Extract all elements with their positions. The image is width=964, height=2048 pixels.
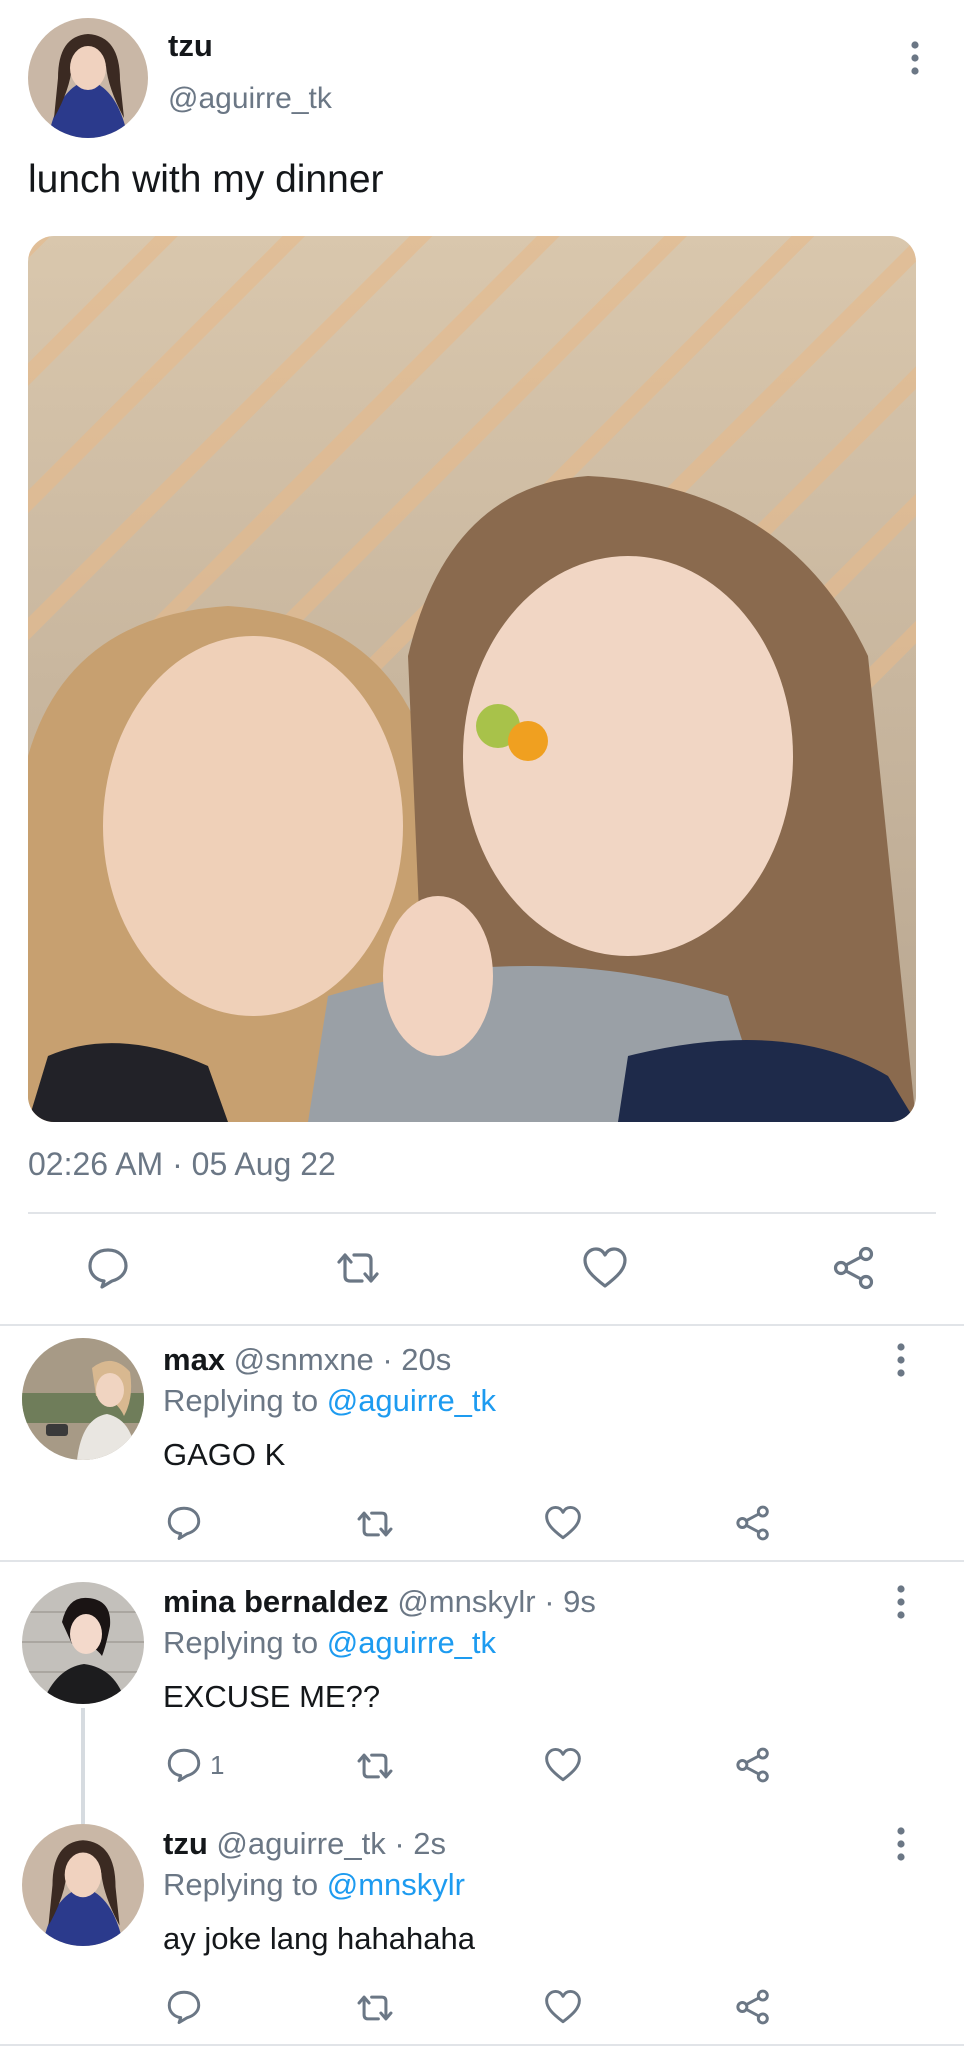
reply-avatar[interactable] xyxy=(22,1824,144,1946)
reply-thread-line xyxy=(81,1708,85,1824)
share-icon xyxy=(735,1505,771,1541)
reply-bubble-icon xyxy=(86,1246,130,1290)
reply-text: GAGO K xyxy=(163,1437,286,1472)
section-divider xyxy=(0,1560,964,1562)
reply-bubble-icon xyxy=(166,1747,202,1783)
reply-avatar[interactable] xyxy=(22,1338,144,1460)
reply-text: ay joke lang hahahaha xyxy=(163,1921,475,1956)
section-divider xyxy=(0,2044,964,2046)
heart-icon xyxy=(544,1989,582,2025)
reply-reply-button[interactable] xyxy=(166,1505,210,1541)
replying-to-label: Replying to xyxy=(163,1867,319,1902)
share-icon xyxy=(735,1747,771,1783)
reply-author-name[interactable]: mina bernaldez xyxy=(163,1584,389,1619)
reply-time: · 20s xyxy=(382,1342,452,1377)
post-retweet-button[interactable] xyxy=(333,1248,383,1288)
retweet-icon xyxy=(354,1749,396,1783)
replying-to-line: Replying to @mnskylr xyxy=(163,1867,465,1903)
more-vertical-icon[interactable] xyxy=(895,1342,907,1378)
post-author-handle[interactable]: @aguirre_tk xyxy=(168,82,332,116)
reply-retweet-button[interactable] xyxy=(354,1749,396,1783)
replying-to-line: Replying to @aguirre_tk xyxy=(163,1383,496,1419)
heart-icon xyxy=(544,1747,582,1783)
reply-text: EXCUSE ME?? xyxy=(163,1679,381,1714)
reply-count: 1 xyxy=(210,1749,225,1780)
reply-header: max @snmxne · 20s xyxy=(163,1342,451,1378)
replying-to-link[interactable]: @aguirre_tk xyxy=(327,1383,496,1418)
replying-to-line: Replying to @aguirre_tk xyxy=(163,1625,496,1661)
reply-time: · 2s xyxy=(394,1826,447,1861)
post-share-button[interactable] xyxy=(832,1246,876,1290)
reply-like-button[interactable] xyxy=(544,1989,582,2025)
share-icon xyxy=(735,1989,771,2025)
reply-header: tzu @aguirre_tk · 2s xyxy=(163,1826,446,1862)
replying-to-label: Replying to xyxy=(163,1383,319,1418)
post-timestamp: 02:26 AM · 05 Aug 22 xyxy=(28,1146,336,1182)
section-divider xyxy=(0,1324,964,1326)
replying-to-link[interactable]: @aguirre_tk xyxy=(327,1625,496,1660)
replying-to-label: Replying to xyxy=(163,1625,319,1660)
reply-author-handle[interactable]: @mnskylr xyxy=(397,1584,535,1619)
more-vertical-icon[interactable] xyxy=(895,1826,907,1862)
share-icon xyxy=(832,1246,876,1290)
reply-bubble-icon xyxy=(166,1989,202,2025)
reply-author-name[interactable]: tzu xyxy=(163,1826,208,1861)
reply-like-button[interactable] xyxy=(544,1747,582,1783)
reply-author-handle[interactable]: @snmxne xyxy=(234,1342,374,1377)
reply-author-handle[interactable]: @aguirre_tk xyxy=(216,1826,385,1861)
more-vertical-icon[interactable] xyxy=(895,1584,907,1620)
reply-reply-button[interactable] xyxy=(166,1989,210,2025)
replying-to-link[interactable]: @mnskylr xyxy=(327,1867,465,1902)
reply-share-button[interactable] xyxy=(735,1989,771,2025)
post-divider xyxy=(28,1212,936,1214)
heart-icon xyxy=(582,1246,628,1290)
post-author-name[interactable]: tzu xyxy=(168,28,213,64)
reply-author-name[interactable]: max xyxy=(163,1342,225,1377)
more-vertical-icon[interactable] xyxy=(909,40,921,76)
post-image[interactable] xyxy=(28,236,916,1122)
reply-header: mina bernaldez @mnskylr · 9s xyxy=(163,1584,596,1620)
reply-retweet-button[interactable] xyxy=(354,1507,396,1541)
reply-bubble-icon xyxy=(166,1505,202,1541)
reply-share-button[interactable] xyxy=(735,1505,771,1541)
post-text: lunch with my dinner xyxy=(28,158,384,201)
reply-time: · 9s xyxy=(544,1584,596,1619)
reply-avatar[interactable] xyxy=(22,1582,144,1704)
post-author-avatar[interactable] xyxy=(28,18,148,138)
post-reply-button[interactable] xyxy=(86,1246,130,1290)
reply-reply-button[interactable]: 1 xyxy=(166,1747,224,1783)
reply-retweet-button[interactable] xyxy=(354,1991,396,2025)
retweet-icon xyxy=(333,1248,383,1288)
reply-share-button[interactable] xyxy=(735,1747,771,1783)
post-like-button[interactable] xyxy=(582,1246,628,1290)
heart-icon xyxy=(544,1505,582,1541)
reply-like-button[interactable] xyxy=(544,1505,582,1541)
retweet-icon xyxy=(354,1991,396,2025)
retweet-icon xyxy=(354,1507,396,1541)
